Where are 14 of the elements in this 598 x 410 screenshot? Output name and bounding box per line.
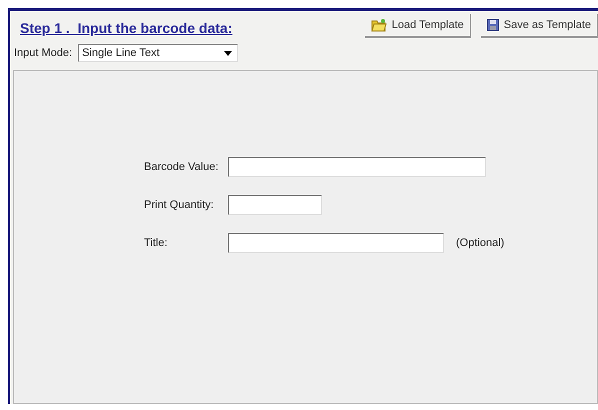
toolbar-button[interactable]: Load Template (364, 14, 471, 38)
input-field[interactable] (228, 233, 444, 253)
folder-icon (370, 18, 387, 32)
optional-note: (Optional) (456, 237, 504, 249)
section-heading: Step 1 . Input the barcode data: (20, 20, 232, 36)
toolbar-button[interactable]: Save as Template (480, 14, 598, 38)
input-mode-dropdown[interactable]: Single Line Text (78, 44, 238, 62)
field-label: Title: (144, 237, 168, 249)
field-label: Print Quantity: (144, 199, 215, 211)
input-mode-label: Input Mode: (14, 47, 72, 59)
dropdown-arrow-icon (224, 50, 232, 56)
input-field[interactable] (228, 195, 322, 215)
input-field[interactable] (228, 157, 486, 177)
field-label: Barcode Value: (144, 161, 220, 173)
